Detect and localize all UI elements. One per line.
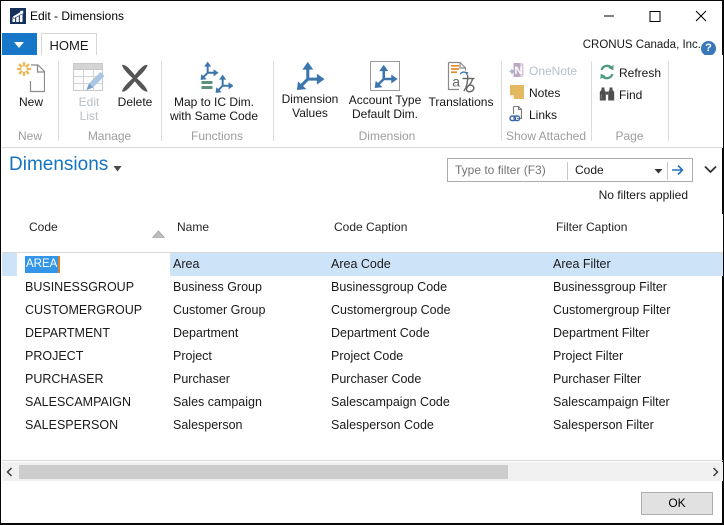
svg-text:N: N bbox=[515, 65, 523, 77]
svg-text:a: a bbox=[452, 74, 460, 90]
